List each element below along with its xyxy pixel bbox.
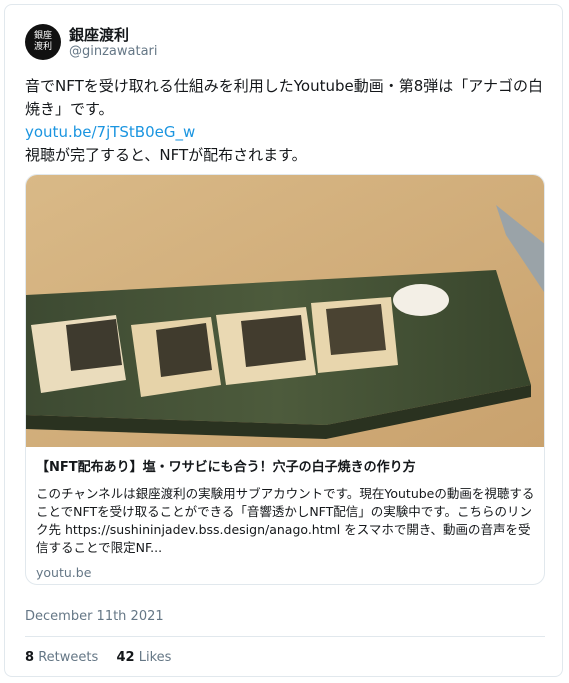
tweet-link[interactable]: youtu.be/7jTStB0eG_w (25, 123, 195, 141)
preview-domain: youtu.be (36, 565, 92, 580)
divider (25, 636, 545, 637)
preview-title: 【NFT配布あり】塩・ワサビにも合う！穴子の白子焼きの作り方 (36, 460, 416, 475)
preview-body: 【NFT配布あり】塩・ワサビにも合う！穴子の白子焼きの作り方 このチャンネルは銀… (36, 459, 536, 580)
account-name[interactable]: 銀座渡利 (69, 24, 129, 45)
retweets-count: 8 (25, 650, 35, 665)
likes-label[interactable]: Likes (139, 650, 172, 665)
tweet-date[interactable]: December 11th 2021 (25, 609, 164, 624)
tweet-line-2: 視聴が完了すると、NFTが配布されます。 (25, 146, 307, 164)
link-preview-card[interactable]: 【NFT配布あり】塩・ワサビにも合う！穴子の白子焼きの作り方 このチャンネルは銀… (25, 174, 545, 585)
tweet-line-1: 音でNFTを受け取れる仕組みを利用したYoutube動画・第8弾は「アナゴの白焼… (25, 77, 543, 118)
retweets-label[interactable]: Retweets (38, 650, 98, 665)
likes-count: 42 (116, 650, 135, 665)
tweet-text: 音でNFTを受け取れる仕組みを利用したYoutube動画・第8弾は「アナゴの白焼… (25, 75, 545, 167)
tweet-card: 銀座渡利 銀座渡利 @ginzawatari 音でNFTを受け取れる仕組みを利用… (4, 4, 563, 677)
tweet-stats: 8 Retweets 42 Likes (25, 650, 171, 665)
preview-description: このチャンネルは銀座渡利の実験用サブアカウントです。現在Youtubeの動画を視… (36, 486, 535, 555)
account-handle[interactable]: @ginzawatari (69, 44, 158, 59)
avatar-text: 銀座渡利 (33, 31, 52, 52)
avatar[interactable]: 銀座渡利 (25, 24, 61, 60)
preview-image (26, 175, 544, 447)
